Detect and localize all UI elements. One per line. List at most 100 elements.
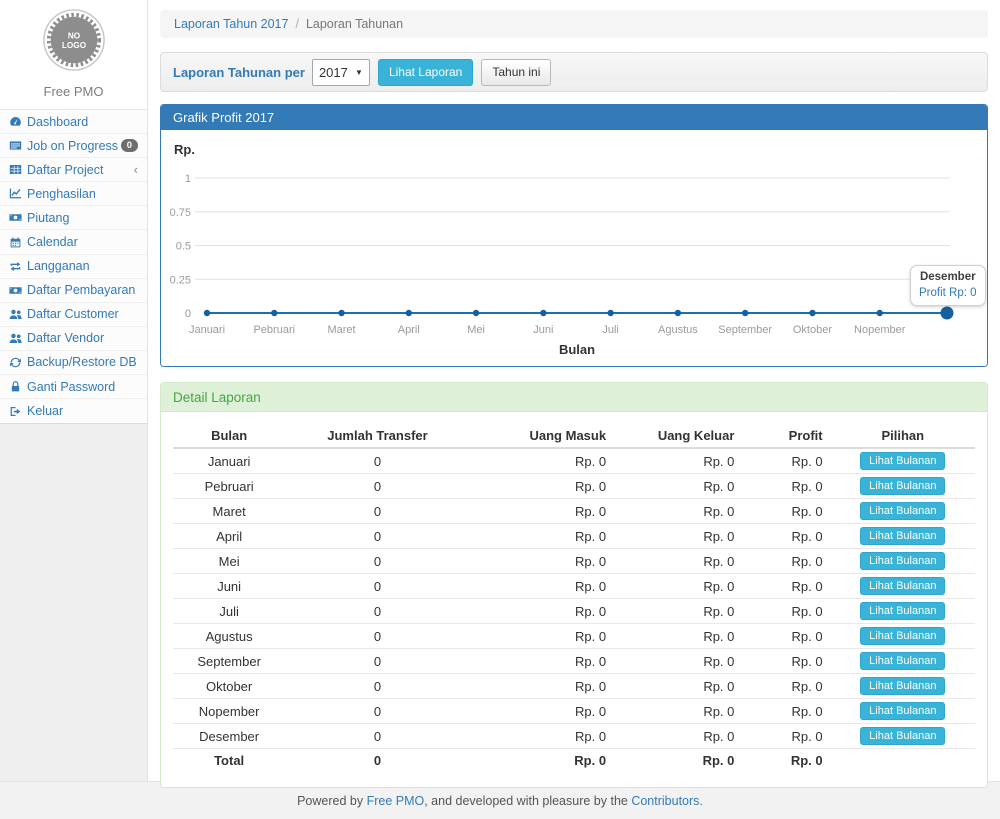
x-tick-label: Mei bbox=[467, 324, 485, 336]
x-tick-label: Pebruari bbox=[253, 324, 295, 336]
sidebar-item-langganan[interactable]: Langganan bbox=[0, 255, 147, 279]
cell-pilihan: Lihat Bulanan bbox=[831, 549, 975, 574]
table-row: Oktober 0 Rp. 0 Rp. 0 Rp. 0 Lihat Bulana… bbox=[173, 674, 975, 699]
lock-icon bbox=[9, 380, 27, 393]
cell-jumlah-transfer: 0 bbox=[285, 649, 469, 674]
chevron-down-icon: ▼ bbox=[355, 68, 363, 77]
cell-jumlah-transfer: 0 bbox=[285, 749, 469, 773]
cell-uang-keluar: Rp. 0 bbox=[614, 699, 742, 724]
cell-jumlah-transfer: 0 bbox=[285, 674, 469, 699]
cell-uang-masuk: Rp. 0 bbox=[470, 549, 614, 574]
lihat-laporan-button[interactable]: Lihat Laporan bbox=[378, 59, 473, 86]
cell-uang-keluar: Rp. 0 bbox=[614, 474, 742, 499]
sidebar-item-calendar[interactable]: Calendar bbox=[0, 230, 147, 254]
x-tick-label: Nopember bbox=[854, 324, 906, 336]
data-point bbox=[271, 310, 277, 316]
col-header-uang-masuk: Uang Masuk bbox=[470, 424, 614, 448]
cell-jumlah-transfer: 0 bbox=[285, 624, 469, 649]
footer-text: Powered by Free PMO, and developed with … bbox=[297, 794, 703, 808]
data-point bbox=[473, 310, 479, 316]
count-badge: 0 bbox=[121, 139, 138, 153]
lihat-bulanan-button[interactable]: Lihat Bulanan bbox=[860, 602, 945, 620]
detail-report-panel: Detail Laporan Bulan Jumlah Transfer Uan… bbox=[160, 382, 988, 788]
lihat-bulanan-button[interactable]: Lihat Bulanan bbox=[860, 552, 945, 570]
brand-name: Free PMO bbox=[0, 84, 147, 99]
sidebar-item-piutang[interactable]: Piutang bbox=[0, 206, 147, 230]
table-row: Nopember 0 Rp. 0 Rp. 0 Rp. 0 Lihat Bulan… bbox=[173, 699, 975, 724]
toolbar-label: Laporan Tahunan per bbox=[173, 65, 305, 80]
chevron-left-icon: ‹ bbox=[134, 163, 138, 176]
cell-uang-masuk: Rp. 0 bbox=[470, 599, 614, 624]
cell-pilihan: Lihat Bulanan bbox=[831, 649, 975, 674]
cell-uang-masuk: Rp. 0 bbox=[470, 474, 614, 499]
tahun-ini-button[interactable]: Tahun ini bbox=[481, 59, 551, 86]
cell-profit: Rp. 0 bbox=[742, 699, 830, 724]
lihat-bulanan-button[interactable]: Lihat Bulanan bbox=[860, 477, 945, 495]
lihat-bulanan-button[interactable]: Lihat Bulanan bbox=[860, 577, 945, 595]
year-select-value: 2017 bbox=[319, 65, 348, 80]
cell-jumlah-transfer: 0 bbox=[285, 599, 469, 624]
cell-pilihan: Lihat Bulanan bbox=[831, 624, 975, 649]
cell-bulan: Agustus bbox=[173, 624, 285, 649]
lihat-bulanan-button[interactable]: Lihat Bulanan bbox=[860, 652, 945, 670]
col-header-profit: Profit bbox=[742, 424, 830, 448]
year-select[interactable]: 2017 ▼ bbox=[312, 59, 370, 86]
lihat-bulanan-button[interactable]: Lihat Bulanan bbox=[860, 627, 945, 645]
sidebar-item-daftar-project[interactable]: Daftar Project ‹ bbox=[0, 158, 147, 182]
table-row: Pebruari 0 Rp. 0 Rp. 0 Rp. 0 Lihat Bulan… bbox=[173, 474, 975, 499]
brand: NO LOGO Free PMO bbox=[0, 0, 147, 109]
cell-profit: Rp. 0 bbox=[742, 649, 830, 674]
breadcrumb-link-laporan-tahun[interactable]: Laporan Tahun 2017 bbox=[174, 17, 288, 31]
sidebar-item-backup-restore-db[interactable]: Backup/Restore DB bbox=[0, 351, 147, 375]
detail-report-table-wrap: Bulan Jumlah Transfer Uang Masuk Uang Ke… bbox=[161, 412, 987, 787]
lihat-bulanan-button[interactable]: Lihat Bulanan bbox=[860, 527, 945, 545]
footer-link-free-pmo[interactable]: Free PMO bbox=[367, 794, 425, 808]
cell-uang-keluar: Rp. 0 bbox=[614, 499, 742, 524]
table-row: Januari 0 Rp. 0 Rp. 0 Rp. 0 Lihat Bulana… bbox=[173, 448, 975, 474]
cell-profit: Rp. 0 bbox=[742, 624, 830, 649]
sidebar-item-label: Penghasilan bbox=[27, 187, 96, 201]
sidebar-item-label: Dashboard bbox=[27, 115, 88, 129]
footer-link-contributors[interactable]: Contributors. bbox=[631, 794, 703, 808]
tooltip-value: Profit Rp: 0 bbox=[919, 287, 977, 299]
sidebar-item-keluar[interactable]: Keluar bbox=[0, 399, 147, 423]
cell-uang-keluar: Rp. 0 bbox=[614, 574, 742, 599]
lihat-bulanan-button[interactable]: Lihat Bulanan bbox=[860, 502, 945, 520]
col-header-bulan: Bulan bbox=[173, 424, 285, 448]
data-point bbox=[877, 310, 883, 316]
cell-bulan: September bbox=[173, 649, 285, 674]
gridlines bbox=[195, 178, 950, 279]
x-tick-label: April bbox=[398, 324, 420, 336]
lihat-bulanan-button[interactable]: Lihat Bulanan bbox=[860, 452, 945, 470]
table-row: Juni 0 Rp. 0 Rp. 0 Rp. 0 Lihat Bulanan bbox=[173, 574, 975, 599]
lihat-bulanan-button[interactable]: Lihat Bulanan bbox=[860, 727, 945, 745]
detail-panel-title: Detail Laporan bbox=[161, 383, 987, 412]
lihat-bulanan-button[interactable]: Lihat Bulanan bbox=[860, 702, 945, 720]
cell-profit: Rp. 0 bbox=[742, 599, 830, 624]
data-point bbox=[540, 310, 546, 316]
cell-uang-masuk: Rp. 0 bbox=[470, 674, 614, 699]
x-tick-label: Juli bbox=[602, 324, 619, 336]
highlighted-point bbox=[941, 307, 954, 320]
sidebar-item-daftar-vendor[interactable]: Daftar Vendor bbox=[0, 327, 147, 351]
cell-pilihan: Lihat Bulanan bbox=[831, 574, 975, 599]
cell-pilihan: Lihat Bulanan bbox=[831, 674, 975, 699]
cell-uang-keluar: Rp. 0 bbox=[614, 624, 742, 649]
cell-bulan: Desember bbox=[173, 724, 285, 749]
lihat-bulanan-button[interactable]: Lihat Bulanan bbox=[860, 677, 945, 695]
sidebar-item-daftar-customer[interactable]: Daftar Customer bbox=[0, 303, 147, 327]
chart-tooltip: Desember Profit Rp: 0 bbox=[910, 265, 986, 306]
cell-uang-keluar: Rp. 0 bbox=[614, 524, 742, 549]
sidebar-item-ganti-password[interactable]: Ganti Password bbox=[0, 375, 147, 399]
dashboard-icon bbox=[9, 115, 27, 128]
sidebar-item-penghasilan[interactable]: Penghasilan bbox=[0, 182, 147, 206]
col-header-uang-keluar: Uang Keluar bbox=[614, 424, 742, 448]
sidebar-item-daftar-pembayaran[interactable]: Daftar Pembayaran bbox=[0, 279, 147, 303]
cell-uang-masuk: Rp. 0 bbox=[470, 448, 614, 474]
cell-pilihan: Lihat Bulanan bbox=[831, 448, 975, 474]
sidebar-item-job-on-progress[interactable]: Job on Progress 0 bbox=[0, 134, 147, 158]
table-row: Desember 0 Rp. 0 Rp. 0 Rp. 0 Lihat Bulan… bbox=[173, 724, 975, 749]
profit-chart-panel: Grafik Profit 2017 Rp.00.250.50.751Janua… bbox=[160, 104, 988, 367]
sidebar-item-dashboard[interactable]: Dashboard bbox=[0, 110, 147, 134]
data-point bbox=[406, 310, 412, 316]
